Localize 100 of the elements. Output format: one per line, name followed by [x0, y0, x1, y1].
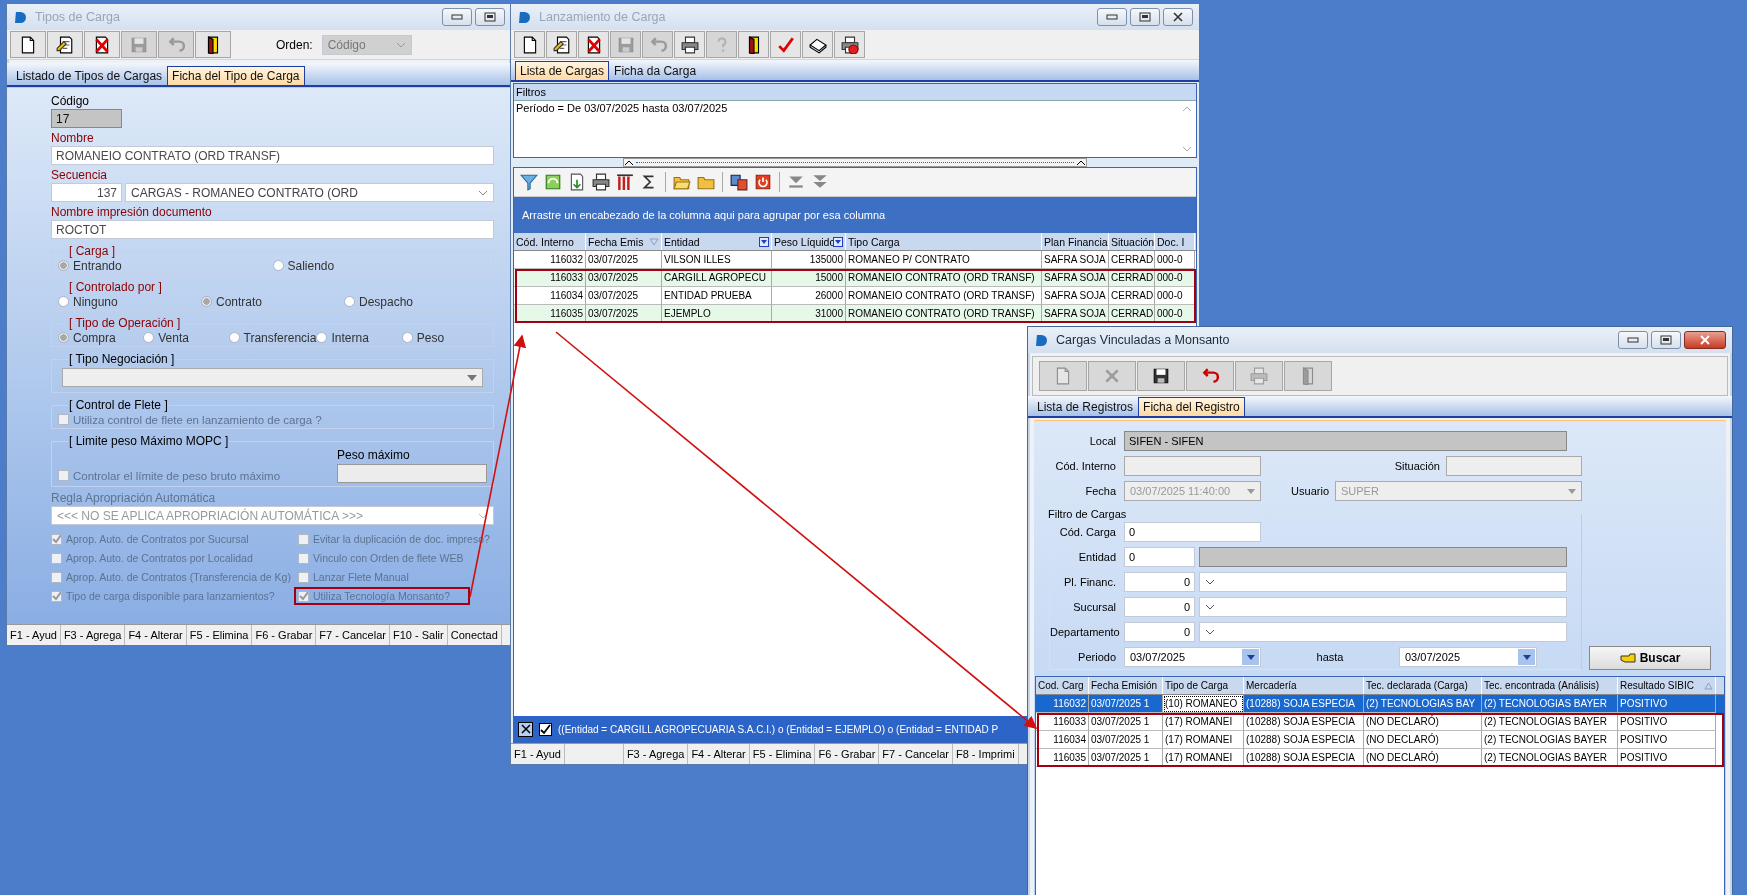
radio-button[interactable] — [58, 296, 69, 307]
table-cell: 116033 — [514, 269, 586, 287]
column-header[interactable]: Cód. Interno — [514, 233, 586, 250]
table-cell: 03/07/2025 — [586, 269, 662, 287]
toolbar-button[interactable] — [738, 31, 769, 58]
status-bar-item: F6 - Grabar — [252, 625, 317, 645]
toolbar-button[interactable] — [84, 31, 120, 58]
radio-button[interactable] — [272, 260, 284, 271]
code-field[interactable]: 0 — [1124, 622, 1195, 642]
code-field[interactable]: 17 — [51, 109, 122, 128]
column-header[interactable]: Tipo de Carga — [1163, 677, 1244, 694]
close-button[interactable] — [1163, 8, 1193, 26]
tab[interactable]: Ficha del Registro — [1138, 397, 1245, 416]
radio-button[interactable] — [201, 296, 212, 307]
field-label: Regla Apropriación Automática — [51, 491, 217, 506]
radio-button[interactable] — [58, 332, 69, 343]
lookup-dropdown[interactable] — [1199, 572, 1567, 592]
grid-toolbar-button[interactable] — [590, 171, 612, 193]
radio-label: Contrato — [216, 294, 263, 309]
column-header[interactable]: Plan Financia — [1042, 233, 1109, 250]
checkbox[interactable] — [539, 722, 552, 736]
toolbar-button[interactable] — [1137, 361, 1185, 391]
tab[interactable]: Listado de Tipos de Cargas — [11, 66, 168, 85]
toolbar-button[interactable] — [10, 31, 46, 58]
tab[interactable]: Ficha da Carga — [609, 61, 702, 80]
toolbar-button[interactable] — [802, 31, 833, 58]
field-label: Sucursal — [1072, 601, 1117, 613]
toolbar-button[interactable] — [674, 31, 705, 58]
column-header[interactable]: Situación — [1109, 233, 1155, 250]
toolbar-button[interactable] — [195, 31, 231, 58]
status-field[interactable] — [1446, 456, 1582, 476]
maximize-button[interactable] — [475, 8, 505, 26]
edit-document-icon — [552, 35, 571, 54]
code-field[interactable]: 0 — [1124, 572, 1195, 592]
field-label: Situación — [1393, 460, 1441, 472]
funnel-icon — [520, 173, 538, 191]
maximize-button[interactable] — [1651, 331, 1681, 349]
radio-button[interactable] — [58, 260, 69, 271]
radio-button[interactable] — [344, 296, 355, 307]
group-title: [ Limite peso Máximo MOPC ] — [68, 435, 230, 448]
radio-label: Despacho — [359, 294, 414, 309]
sequence-number-field[interactable]: 137 — [51, 183, 122, 202]
max-weight-field[interactable] — [337, 464, 487, 483]
toolbar-button[interactable] — [578, 31, 609, 58]
date-from-picker[interactable]: 03/07/2025 — [1124, 647, 1261, 667]
column-header[interactable]: Resultado SIBIC — [1618, 677, 1716, 694]
column-header[interactable]: Entidad — [662, 233, 772, 250]
local-field[interactable]: SIFEN - SIFEN — [1124, 431, 1567, 451]
group-title: Filtro de Cargas — [1048, 508, 1127, 520]
code-field[interactable]: 0 — [1124, 597, 1195, 617]
column-header[interactable]: Tec. declarada (Carga) — [1364, 677, 1482, 694]
toolbar-button[interactable] — [514, 31, 545, 58]
column-header[interactable]: Mercadería — [1244, 677, 1364, 694]
name-field[interactable]: ROMANEIO CONTRATO (ORD TRANSF) — [51, 146, 494, 165]
table-cell: POSITIVO — [1618, 731, 1716, 749]
column-header[interactable]: Tipo Carga — [846, 233, 1042, 250]
splitter-handle[interactable] — [623, 158, 1087, 167]
radio-button[interactable] — [143, 332, 155, 343]
delete-document-icon — [584, 35, 603, 54]
chevron-down-icon — [1205, 629, 1215, 635]
grid-toolbar-button[interactable] — [614, 171, 636, 193]
toolbar-button[interactable] — [546, 31, 577, 58]
tab[interactable]: Ficha del Tipo de Carga — [167, 66, 305, 85]
table-cell: SAFRA SOJA — [1042, 269, 1109, 287]
radio-button[interactable] — [316, 332, 328, 343]
clear-filter-button[interactable] — [518, 721, 533, 737]
lookup-dropdown[interactable] — [1199, 597, 1567, 617]
radio-button[interactable] — [401, 332, 413, 343]
print-name-field[interactable]: ROCTOT — [51, 220, 494, 239]
maximize-button[interactable] — [1130, 8, 1160, 26]
tab[interactable]: Lista de Cargas — [515, 61, 610, 80]
scroll-up-icon[interactable] — [1182, 106, 1192, 112]
entity-name-field[interactable] — [1199, 547, 1567, 567]
negotiation-dropdown[interactable] — [62, 368, 483, 387]
window-title: Tipos de Carga — [35, 10, 121, 24]
close-button[interactable] — [1684, 331, 1726, 349]
toolbar-button[interactable] — [834, 31, 865, 58]
sequence-dropdown[interactable]: CARGAS - ROMANEO CONTRATO (ORD — [125, 183, 494, 202]
column-header[interactable]: Cod. Carg — [1036, 677, 1089, 694]
table-cell: (NO DECLARÓ) — [1364, 749, 1482, 767]
internal-code-field[interactable] — [1124, 456, 1261, 476]
toolbar-button[interactable] — [47, 31, 83, 58]
column-header[interactable]: Doc. I — [1155, 233, 1195, 250]
column-header[interactable]: Fecha Emisión — [1089, 677, 1163, 694]
maximize-icon — [1139, 12, 1151, 22]
load-code-field[interactable]: 0 — [1124, 522, 1261, 542]
table-cell: SAFRA SOJA — [1042, 251, 1109, 269]
search-button[interactable]: Buscar — [1589, 646, 1711, 670]
checkbox-label: Utiliza Tecnología Monsanto? — [313, 590, 450, 602]
columns-icon — [616, 173, 634, 191]
column-header[interactable]: Tec. encontrada (Análisis) — [1482, 677, 1618, 694]
entity-code-field[interactable]: 0 — [1124, 547, 1195, 567]
scroll-down-icon[interactable] — [1182, 146, 1192, 152]
date-to-picker[interactable]: 03/07/2025 — [1399, 647, 1537, 667]
lookup-dropdown[interactable] — [1199, 622, 1567, 642]
filters-header: Filtros — [514, 84, 1196, 100]
radio-button[interactable] — [228, 332, 240, 343]
column-header[interactable]: Fecha Emis — [586, 233, 662, 250]
tab[interactable]: Lista de Registros — [1032, 397, 1139, 416]
app-logo-icon — [15, 10, 26, 24]
